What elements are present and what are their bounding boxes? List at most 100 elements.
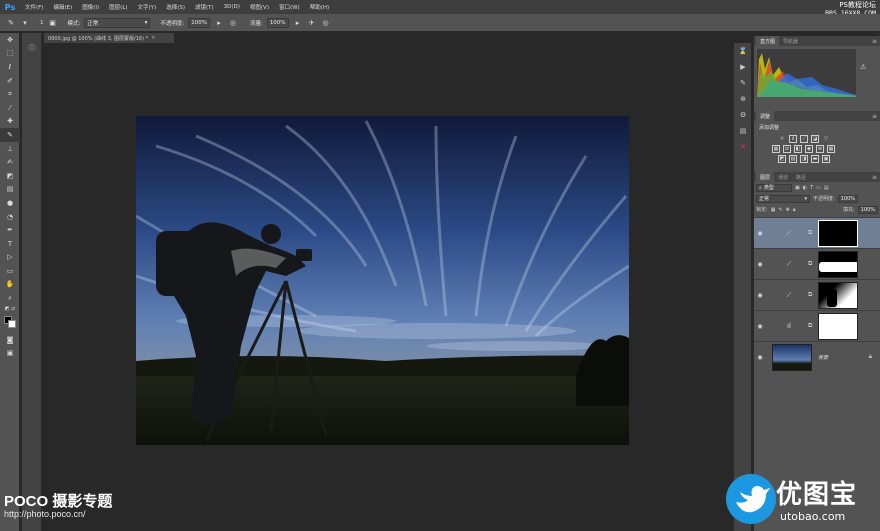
filter-smart-icon[interactable]: ▤ xyxy=(824,185,829,191)
layer-opacity-input[interactable]: 100% xyxy=(837,194,858,203)
levels-icon[interactable]: ıl xyxy=(789,135,797,143)
gradient-map-icon[interactable]: ▬ xyxy=(811,155,819,163)
clone-source-icon[interactable]: ⊕ xyxy=(734,91,752,107)
channel-mixer-icon[interactable]: ⊚ xyxy=(816,145,824,153)
brightness-icon[interactable]: ☼ xyxy=(778,135,786,143)
info-icon[interactable]: ⓘ xyxy=(22,41,42,55)
pen-tool-icon[interactable]: ✒ xyxy=(0,223,20,237)
menu-3d[interactable]: 3D(D) xyxy=(219,4,245,10)
layer-row[interactable]: ◉ ⟋ ⧉ xyxy=(754,248,880,279)
layer-row[interactable]: ◉ 背景 🔒︎ xyxy=(754,341,880,372)
eye-icon[interactable]: ◉ xyxy=(754,323,766,330)
pressure-opacity-icon[interactable]: ◎ xyxy=(228,18,238,28)
curves-icon[interactable]: ⟋ xyxy=(800,135,808,143)
eye-icon[interactable]: ◉ xyxy=(754,230,766,237)
filter-adjust-icon[interactable]: ◐ xyxy=(803,185,807,191)
hue-saturation-icon[interactable]: ▦ xyxy=(772,145,780,153)
menu-layer[interactable]: 图层(L) xyxy=(104,3,132,11)
color-balance-icon[interactable]: ⚖ xyxy=(783,145,791,153)
screen-mode-icon[interactable]: ▣ xyxy=(0,346,20,360)
menu-edit[interactable]: 编辑(E) xyxy=(48,3,77,11)
canvas-area[interactable] xyxy=(44,43,729,531)
eraser-tool-icon[interactable]: ◩ xyxy=(0,169,20,183)
quick-select-tool-icon[interactable]: ✐ xyxy=(0,74,20,88)
layer-mask-thumbnail[interactable] xyxy=(818,219,858,247)
menu-select[interactable]: 选择(S) xyxy=(161,3,190,11)
default-colors-icon[interactable]: ◩ ⇄ xyxy=(0,305,20,313)
dropdown-arrow-icon[interactable]: ▸ xyxy=(293,18,303,28)
filter-shape-icon[interactable]: ▭ xyxy=(816,185,821,191)
healing-tool-icon[interactable]: ✚ xyxy=(0,115,20,129)
invert-icon[interactable]: ◩ xyxy=(778,155,786,163)
panel-menu-icon[interactable]: ≡ xyxy=(872,174,877,181)
quick-mask-icon[interactable]: ◙ xyxy=(0,333,20,347)
menu-image[interactable]: 图像(I) xyxy=(77,3,104,11)
layer-mask-thumbnail[interactable] xyxy=(818,281,858,309)
eye-icon[interactable]: ◉ xyxy=(754,354,766,361)
tab-histogram[interactable]: 直方图 xyxy=(756,36,780,46)
lock-transparent-icon[interactable]: ▦ xyxy=(771,207,776,213)
link-icon[interactable]: ⧉ xyxy=(808,260,816,268)
lock-image-icon[interactable]: ✎ xyxy=(778,207,782,213)
menu-type[interactable]: 文字(Y) xyxy=(133,3,162,11)
history-brush-tool-icon[interactable]: ✍ xyxy=(0,155,20,169)
notes-icon[interactable]: ▤ xyxy=(734,123,752,139)
mode-select[interactable]: 正常 ▾ xyxy=(84,17,151,28)
color-swatches[interactable] xyxy=(0,313,20,333)
flow-input[interactable]: 100% xyxy=(266,17,289,28)
layer-row[interactable]: ◉ ⟋ ⧉ xyxy=(754,217,880,248)
filter-type-icon[interactable]: T xyxy=(810,185,813,191)
tab-paths[interactable]: 路径 xyxy=(792,172,810,182)
pressure-size-icon[interactable]: ◎ xyxy=(321,18,331,28)
filter-pixel-icon[interactable]: ▣ xyxy=(795,185,800,191)
document-image[interactable] xyxy=(136,116,629,445)
tab-navigator[interactable]: 导航器 xyxy=(779,36,802,46)
menu-window[interactable]: 窗口(W) xyxy=(274,3,305,11)
type-tool-icon[interactable]: T xyxy=(0,237,20,251)
menu-help[interactable]: 帮助(H) xyxy=(305,3,334,11)
selective-color-icon[interactable]: ▣ xyxy=(822,155,830,163)
close-panel-icon[interactable]: ✕ xyxy=(734,139,752,155)
panel-menu-icon[interactable]: ≡ xyxy=(872,113,877,120)
dodge-tool-icon[interactable]: ◔ xyxy=(0,210,20,224)
layer-mask-thumbnail[interactable] xyxy=(818,312,858,340)
lock-all-icon[interactable]: 🔒︎ xyxy=(793,207,796,213)
history-icon[interactable]: ⌛ xyxy=(734,43,752,59)
background-color[interactable] xyxy=(8,319,16,328)
marquee-tool-icon[interactable]: ⬚ xyxy=(0,47,20,61)
eyedropper-tool-icon[interactable]: ⁄ xyxy=(0,101,20,115)
move-tool-icon[interactable]: ✥ xyxy=(0,33,20,47)
path-select-tool-icon[interactable]: ▷ xyxy=(0,251,20,265)
posterize-icon[interactable]: ▧ xyxy=(789,155,797,163)
blend-mode-select[interactable]: 正常 ▾ xyxy=(756,194,810,203)
brush-tool-icon[interactable]: ✎ xyxy=(0,128,20,142)
link-icon[interactable]: ⧉ xyxy=(808,229,816,237)
actions-icon[interactable]: ▶ xyxy=(734,59,752,75)
crop-tool-icon[interactable]: ⌗ xyxy=(0,87,20,101)
brush-presets-icon[interactable]: ✎ xyxy=(734,75,752,91)
brush-preset-icon[interactable]: ✎ xyxy=(6,18,16,28)
tab-adjustments[interactable]: 调整 xyxy=(756,111,775,121)
tab-layers[interactable]: 图层 xyxy=(756,172,775,182)
close-icon[interactable]: × xyxy=(151,35,155,41)
menu-file[interactable]: 文件(F) xyxy=(20,3,48,11)
layer-mask-thumbnail[interactable] xyxy=(818,250,858,278)
photo-filter-icon[interactable]: ◉ xyxy=(805,145,813,153)
eye-icon[interactable]: ◉ xyxy=(754,292,766,299)
layer-row[interactable]: ◉ ıl ⧉ xyxy=(754,310,880,341)
document-tab[interactable]: 0900.jpg @ 100% (曲线 3, 图层蒙版/16) * × xyxy=(44,33,174,43)
zoom-tool-icon[interactable]: ⌕ xyxy=(0,291,20,305)
eye-icon[interactable]: ◉ xyxy=(754,261,766,268)
lock-position-icon[interactable]: ✥ xyxy=(786,207,790,213)
dropdown-arrow-icon[interactable]: ▸ xyxy=(214,18,224,28)
fill-input[interactable]: 100% xyxy=(857,205,878,214)
chevron-down-icon[interactable]: ▾ xyxy=(20,18,30,28)
menu-view[interactable]: 视图(V) xyxy=(245,3,274,11)
link-icon[interactable]: ⧉ xyxy=(808,322,816,330)
airbrush-icon[interactable]: ✈ xyxy=(307,18,317,28)
black-white-icon[interactable]: ◧ xyxy=(794,145,802,153)
link-icon[interactable]: ⧉ xyxy=(808,291,816,299)
exposure-icon[interactable]: ◪ xyxy=(811,135,819,143)
tool-presets-icon[interactable]: ⚙ xyxy=(734,107,752,123)
layer-row[interactable]: ◉ ⟋ ⧉ xyxy=(754,279,880,310)
